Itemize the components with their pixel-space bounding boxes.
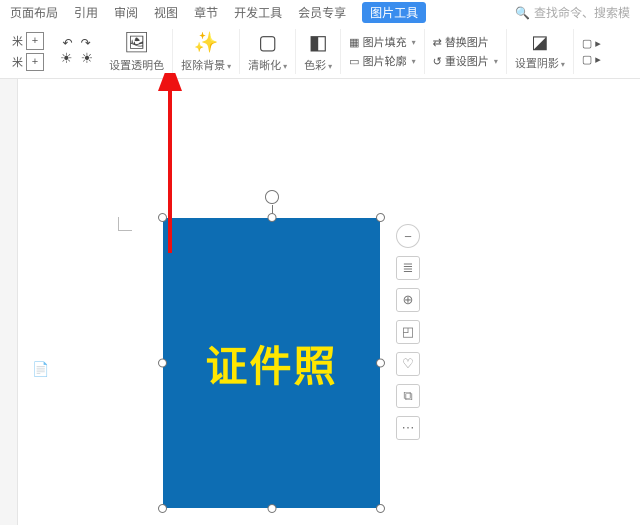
tab-section[interactable]: 章节 bbox=[194, 4, 218, 21]
rotate-handle[interactable] bbox=[265, 190, 279, 204]
collapse-button[interactable]: − bbox=[396, 224, 420, 248]
resize-handle-ml[interactable] bbox=[158, 359, 167, 368]
rotate-brightness-group: ↶↷ bbox=[52, 29, 101, 74]
image-side-toolbar: − ≣ ⊕ ◰ ♡ ⧉ ⋯ bbox=[396, 224, 420, 440]
shadow-icon: ◪ bbox=[531, 32, 548, 53]
width-field[interactable]: 米+ bbox=[12, 53, 44, 71]
magic-wand-icon: ✨ bbox=[194, 30, 219, 55]
fill-outline-group: ▦ 图片填充 ▭ 图片轮廓 bbox=[341, 29, 424, 74]
tab-review[interactable]: 审阅 bbox=[114, 4, 138, 21]
resize-handle-br[interactable] bbox=[376, 504, 385, 513]
shadow-label: 设置阴影 bbox=[515, 55, 565, 71]
tab-layout[interactable]: 页面布局 bbox=[10, 4, 58, 21]
sharpen-label: 清晰化 bbox=[248, 57, 287, 73]
tab-devtools[interactable]: 开发工具 bbox=[234, 4, 282, 21]
more-button[interactable]: ⋯ bbox=[396, 416, 420, 440]
outline-button[interactable]: ▭ 图片轮廓 bbox=[349, 53, 415, 69]
ribbon: 米+ 米+ ↶↷ 🖼 设置透明色 ✨ 抠除背景 ▢ 清晰化 ◧ 色彩 ▦ 图片填… bbox=[0, 27, 640, 79]
sharpen-group[interactable]: ▢ 清晰化 bbox=[240, 29, 296, 74]
brightness-down-icon[interactable] bbox=[60, 50, 73, 67]
search-icon: 🔍 bbox=[515, 6, 530, 20]
tab-vip[interactable]: 会员专享 bbox=[298, 4, 346, 21]
resize-handle-tm[interactable] bbox=[267, 213, 276, 222]
color-label: 色彩 bbox=[304, 57, 332, 73]
tab-view[interactable]: 视图 bbox=[154, 4, 178, 21]
remove-bg-group[interactable]: ✨ 抠除背景 bbox=[173, 29, 240, 74]
document-canvas[interactable]: 📄 证件照 − ≣ ⊕ ◰ ♡ ⧉ ⋯ bbox=[0, 79, 640, 525]
resize-handle-mr[interactable] bbox=[376, 359, 385, 368]
page-doc-icon[interactable]: 📄 bbox=[32, 361, 49, 378]
search-placeholder: 查找命令、搜索模 bbox=[534, 4, 630, 21]
search-box[interactable]: 🔍 查找命令、搜索模 bbox=[515, 4, 630, 21]
resize-handle-bl[interactable] bbox=[158, 504, 167, 513]
layout-options-button[interactable]: ≣ bbox=[396, 256, 420, 280]
shadow-group[interactable]: ◪ 设置阴影 bbox=[507, 29, 574, 74]
resize-handle-tr[interactable] bbox=[376, 213, 385, 222]
more-2-button[interactable]: ▢ ▸ bbox=[582, 53, 601, 66]
idea-button[interactable]: ♡ bbox=[396, 352, 420, 376]
more-group: ▢ ▸ ▢ ▸ bbox=[574, 29, 609, 74]
transparent-group[interactable]: 🖼 设置透明色 bbox=[101, 29, 173, 74]
replace-reset-group: ⇄ 替换图片 ↺ 重设图片 bbox=[425, 29, 507, 74]
copy-button[interactable]: ⧉ bbox=[396, 384, 420, 408]
id-photo-image[interactable]: 证件照 bbox=[163, 218, 380, 508]
color-icon: ◧ bbox=[309, 30, 328, 55]
page-gutter bbox=[0, 79, 18, 525]
color-group[interactable]: ◧ 色彩 bbox=[296, 29, 341, 74]
margin-corner-icon bbox=[118, 217, 132, 231]
resize-handle-bm[interactable] bbox=[267, 504, 276, 513]
transparent-label: 设置透明色 bbox=[109, 57, 164, 73]
brightness-up-icon[interactable] bbox=[81, 50, 94, 67]
transparent-icon: 🖼 bbox=[124, 30, 149, 55]
fill-button[interactable]: ▦ 图片填充 bbox=[349, 34, 415, 50]
rotate-left-icon[interactable]: ↶ bbox=[63, 36, 73, 50]
selected-image[interactable]: 证件照 bbox=[163, 218, 380, 508]
replace-button[interactable]: ⇄ 替换图片 bbox=[433, 34, 498, 50]
tab-reference[interactable]: 引用 bbox=[74, 4, 98, 21]
id-photo-text: 证件照 bbox=[205, 333, 337, 394]
remove-bg-label: 抠除背景 bbox=[181, 57, 231, 73]
more-1-button[interactable]: ▢ ▸ bbox=[582, 37, 601, 50]
menu-tabs: 页面布局 引用 审阅 视图 章节 开发工具 会员专享 图片工具 🔍 查找命令、搜… bbox=[0, 0, 640, 27]
sharpen-icon: ▢ bbox=[258, 30, 277, 55]
reset-button[interactable]: ↺ 重设图片 bbox=[433, 53, 498, 69]
height-field[interactable]: 米+ bbox=[12, 32, 44, 50]
size-group: 米+ 米+ bbox=[4, 29, 52, 74]
tab-picture-tools[interactable]: 图片工具 bbox=[362, 2, 426, 23]
zoom-button[interactable]: ⊕ bbox=[396, 288, 420, 312]
rotate-right-icon[interactable]: ↷ bbox=[81, 36, 91, 50]
resize-handle-tl[interactable] bbox=[158, 213, 167, 222]
crop-button[interactable]: ◰ bbox=[396, 320, 420, 344]
